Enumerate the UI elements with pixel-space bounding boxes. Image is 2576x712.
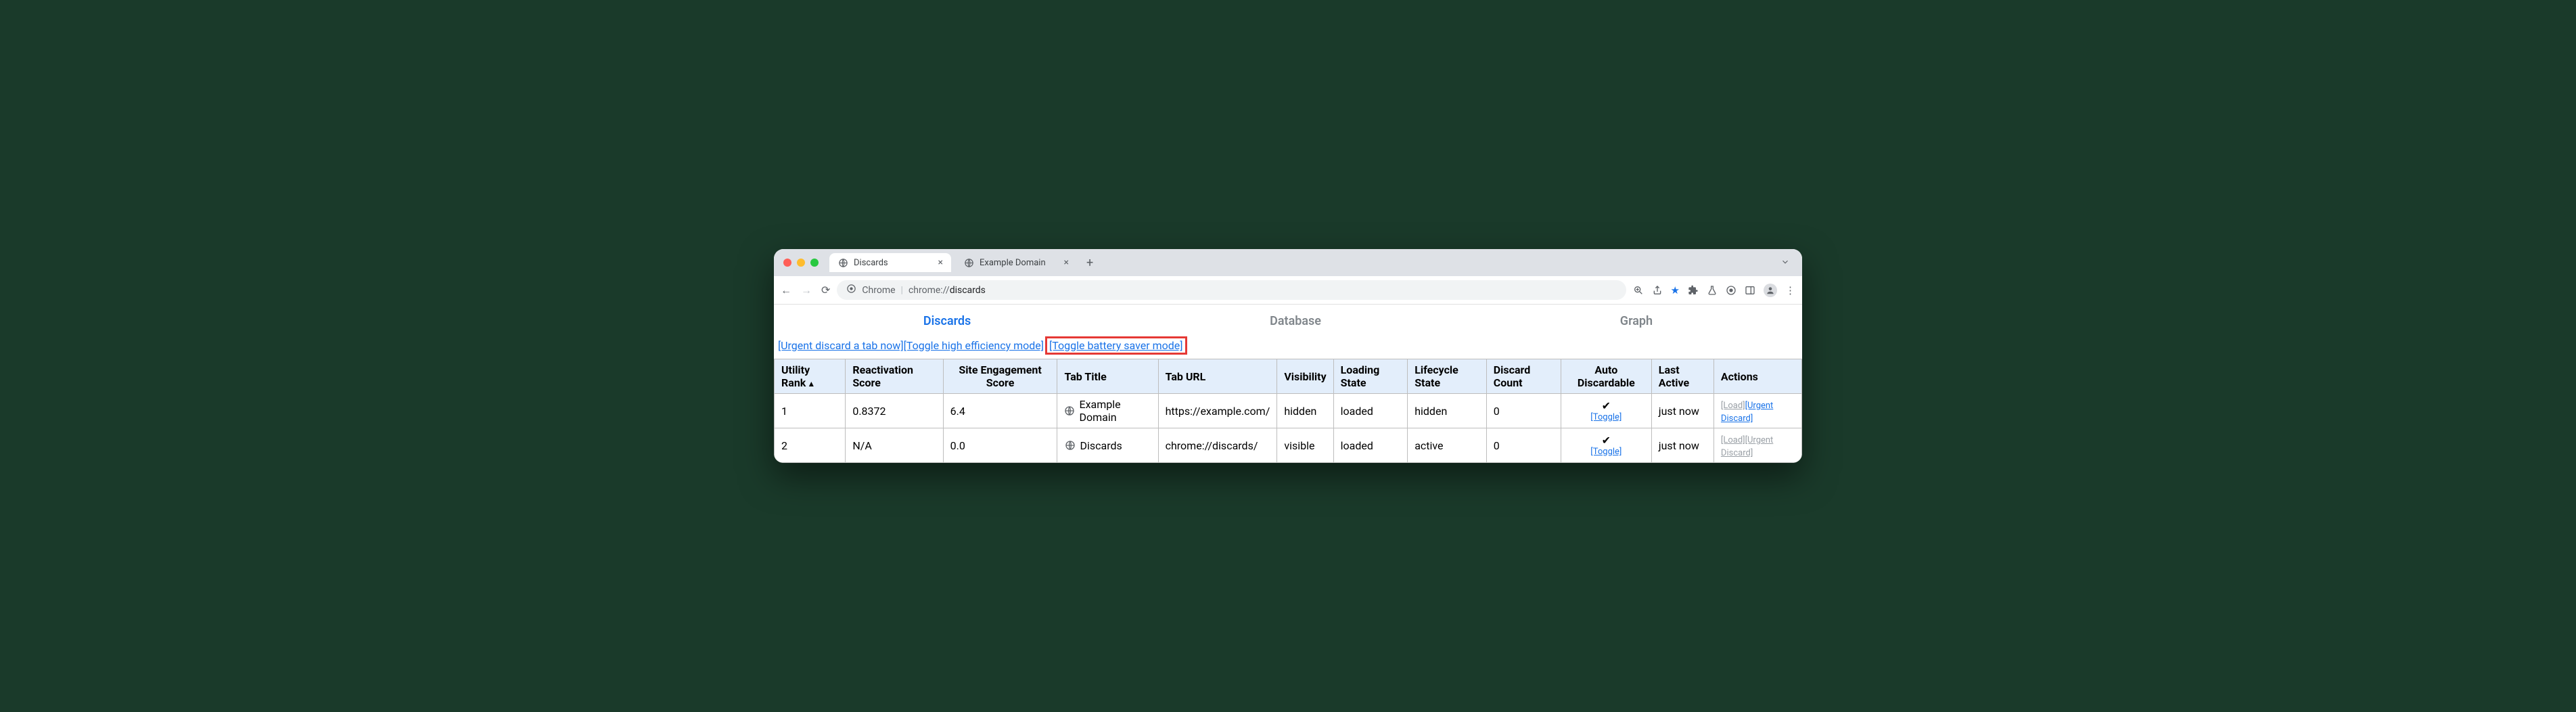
labs-icon[interactable] [1707, 285, 1718, 296]
toggle-battery-saver-link[interactable]: [Toggle battery saver mode] [1049, 339, 1182, 352]
cell-title-text: Discards [1080, 439, 1122, 452]
back-button[interactable]: ← [781, 284, 791, 297]
cell-actions: [Load][Urgent Discard] [1714, 394, 1801, 428]
tab-discards[interactable]: Discards [923, 314, 971, 328]
browser-window: Discards × Example Domain × + ← → ⟳ Chro… [774, 249, 1802, 463]
cell-title: Discards [1057, 428, 1158, 463]
page-content: Discards Database Graph [Urgent discard … [774, 305, 1802, 463]
table-row: 10.83726.4 Example Domain https://example.… [775, 394, 1802, 428]
cell-url: chrome://discards/ [1158, 428, 1277, 463]
globe-icon [963, 257, 974, 268]
col-tab-title[interactable]: Tab Title [1057, 359, 1158, 394]
cell-visibility: visible [1277, 428, 1333, 463]
minimize-window-button[interactable] [797, 259, 805, 267]
cell-engagement: 0.0 [943, 428, 1057, 463]
cell-reactivation: 0.8372 [846, 394, 943, 428]
close-tab-icon[interactable]: × [938, 257, 943, 268]
browser-tab-discards[interactable]: Discards × [829, 253, 951, 272]
tab-strip: Discards × Example Domain × + [774, 249, 1802, 276]
discards-table: Utility Rank▲ Reactivation Score Site En… [774, 359, 1802, 463]
share-icon[interactable] [1652, 285, 1663, 296]
cell-url: https://example.com/ [1158, 394, 1277, 428]
highlight-box: [Toggle battery saver mode] [1045, 336, 1187, 355]
reading-list-icon[interactable] [1726, 285, 1736, 296]
browser-tab-title: Discards [854, 258, 888, 268]
urgent-discard-now-link[interactable]: [Urgent discard a tab now] [778, 339, 904, 352]
browser-tab-title: Example Domain [980, 258, 1046, 268]
internal-nav-tabs: Discards Database Graph [774, 305, 1802, 335]
cell-discard-count: 0 [1486, 428, 1561, 463]
col-last-active[interactable]: Last Active [1651, 359, 1714, 394]
cell-title: Example Domain [1057, 394, 1158, 428]
col-lifecycle-state[interactable]: Lifecycle State [1408, 359, 1487, 394]
omnibox-scheme: Chrome [862, 285, 895, 296]
col-site-engagement[interactable]: Site Engagement Score [943, 359, 1057, 394]
load-link[interactable]: [Load] [1721, 401, 1745, 411]
cell-auto-discardable: ✔[Toggle] [1561, 428, 1651, 463]
tab-list-dropdown-icon[interactable] [1775, 257, 1795, 269]
col-loading-state[interactable]: Loading State [1333, 359, 1408, 394]
globe-icon [837, 257, 848, 268]
cell-reactivation: N/A [846, 428, 943, 463]
cell-visibility: hidden [1277, 394, 1333, 428]
close-tab-icon[interactable]: × [1064, 257, 1069, 268]
cell-lifecycle: active [1408, 428, 1487, 463]
col-reactivation-score[interactable]: Reactivation Score [846, 359, 943, 394]
zoom-icon[interactable] [1633, 285, 1644, 296]
cell-title-text: Example Domain [1079, 398, 1151, 424]
reload-button[interactable]: ⟳ [821, 284, 830, 297]
profile-avatar[interactable] [1764, 284, 1777, 297]
window-controls [783, 259, 819, 267]
cell-lifecycle: hidden [1408, 394, 1487, 428]
globe-icon [1064, 405, 1075, 417]
menu-icon[interactable]: ⋮ [1785, 284, 1795, 296]
side-panel-icon[interactable] [1745, 285, 1755, 296]
new-tab-button[interactable]: + [1081, 256, 1099, 270]
table-row: 2N/A0.0 Discards chrome://discards/visible… [775, 428, 1802, 463]
load-link[interactable]: [Load] [1721, 435, 1745, 445]
toggle-auto-discardable-link[interactable]: [Toggle] [1568, 412, 1644, 422]
col-utility-rank[interactable]: Utility Rank▲ [775, 359, 846, 394]
maximize-window-button[interactable] [810, 259, 819, 267]
check-icon: ✔ [1602, 434, 1611, 447]
toolbar-right: ★ ⋮ [1633, 284, 1795, 297]
cell-actions: [Load][Urgent Discard] [1714, 428, 1801, 463]
toggle-high-efficiency-link[interactable]: [Toggle high efficiency mode] [904, 339, 1044, 352]
cell-rank: 1 [775, 394, 846, 428]
col-discard-count[interactable]: Discard Count [1486, 359, 1561, 394]
toolbar: ← → ⟳ Chrome | chrome://discards ★ ⋮ [774, 276, 1802, 305]
col-visibility[interactable]: Visibility [1277, 359, 1333, 394]
cell-loading: loaded [1333, 394, 1408, 428]
extensions-icon[interactable] [1688, 285, 1699, 296]
cell-engagement: 6.4 [943, 394, 1057, 428]
cell-discard-count: 0 [1486, 394, 1561, 428]
chrome-icon [846, 284, 856, 296]
cell-last-active: just now [1651, 428, 1714, 463]
tab-database[interactable]: Database [1270, 314, 1321, 328]
close-window-button[interactable] [783, 259, 791, 267]
address-bar[interactable]: Chrome | chrome://discards [837, 280, 1626, 300]
cell-auto-discardable: ✔[Toggle] [1561, 394, 1651, 428]
forward-button[interactable]: → [801, 284, 812, 297]
check-icon: ✔ [1602, 399, 1611, 412]
col-auto-discardable[interactable]: Auto Discardable [1561, 359, 1651, 394]
cell-loading: loaded [1333, 428, 1408, 463]
col-actions[interactable]: Actions [1714, 359, 1801, 394]
cell-rank: 2 [775, 428, 846, 463]
browser-tab-example[interactable]: Example Domain × [955, 253, 1077, 272]
omnibox-url: chrome://discards [908, 285, 986, 296]
omnibox-divider: | [901, 285, 903, 296]
sort-asc-icon: ▲ [807, 379, 815, 388]
col-tab-url[interactable]: Tab URL [1158, 359, 1277, 394]
nav-controls: ← → ⟳ [781, 284, 830, 297]
globe-icon [1064, 440, 1076, 451]
tab-graph[interactable]: Graph [1620, 314, 1653, 328]
bookmark-star-icon[interactable]: ★ [1671, 284, 1680, 296]
cell-last-active: just now [1651, 394, 1714, 428]
global-action-links: [Urgent discard a tab now][Toggle high e… [774, 335, 1802, 356]
toggle-auto-discardable-link[interactable]: [Toggle] [1568, 447, 1644, 457]
